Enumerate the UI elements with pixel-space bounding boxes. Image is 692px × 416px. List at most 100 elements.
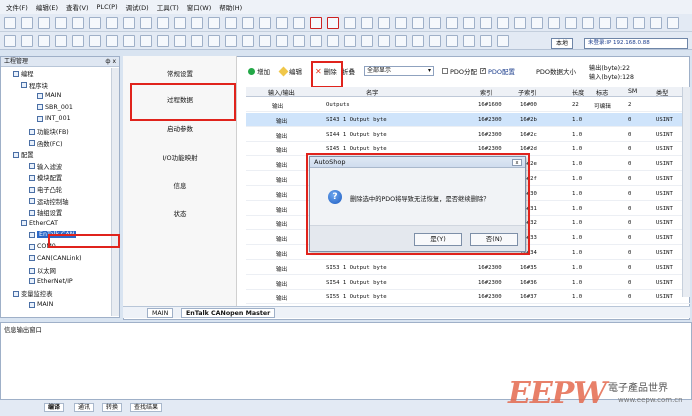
tree-item[interactable]: EtherNet/IP	[29, 278, 73, 285]
toolbar-button-icon[interactable]	[4, 35, 16, 47]
toolbar-button-icon[interactable]	[480, 17, 492, 29]
toolbar-button-icon[interactable]	[378, 17, 390, 29]
toolbar-button-icon[interactable]	[225, 35, 237, 47]
toolbar-button-icon[interactable]	[191, 17, 203, 29]
tree-item[interactable]: 变量监控表	[13, 289, 52, 298]
tree-item[interactable]: 编程	[13, 69, 34, 78]
toolbar-button-icon[interactable]	[412, 35, 424, 47]
tree-item[interactable]: 电子凸轮	[29, 185, 62, 194]
toolbar-button-icon[interactable]	[463, 35, 475, 47]
tree-item[interactable]: 轴组设置	[29, 208, 62, 217]
toolbar-button-icon[interactable]	[667, 17, 679, 29]
menu-item-1[interactable]: 编辑(E)	[36, 2, 58, 12]
toolbar-button-icon[interactable]	[225, 17, 237, 29]
toolbar-button-icon[interactable]	[582, 17, 594, 29]
toolbar-button-icon[interactable]	[123, 17, 135, 29]
tree-item[interactable]: EtherCAT	[21, 220, 58, 227]
menu-item-4[interactable]: 调试(D)	[126, 2, 149, 12]
nav-item[interactable]: I/O功能映射	[123, 152, 237, 162]
toolbar-button-icon[interactable]	[89, 35, 101, 47]
column-header[interactable]: 名字	[366, 88, 378, 97]
tab-convert[interactable]: 转换	[102, 403, 123, 412]
toolbar-button-icon[interactable]	[89, 17, 101, 29]
tab-find-results[interactable]: 查找结果	[130, 403, 163, 412]
toolbar-button-icon[interactable]	[446, 17, 458, 29]
toolbar-button-icon[interactable]	[446, 35, 458, 47]
column-header[interactable]: 类型	[656, 88, 668, 97]
toolbar-button-icon[interactable]	[327, 35, 339, 47]
tree-item[interactable]: CAN(CANLink)	[29, 255, 82, 262]
toolbar-button-icon[interactable]	[599, 17, 611, 29]
column-header[interactable]: SM	[628, 88, 637, 95]
menu-item-2[interactable]: 查看(V)	[66, 2, 89, 12]
local-button[interactable]: 本地	[551, 38, 573, 49]
toolbar-button-icon[interactable]	[106, 35, 118, 47]
filter-select[interactable]: 全部显示 ▾	[364, 66, 434, 76]
toolbar-button-icon[interactable]	[463, 17, 475, 29]
table-scrollbar[interactable]	[682, 87, 690, 297]
nav-item[interactable]: 状态	[123, 208, 237, 218]
toolbar-button-icon[interactable]	[191, 35, 203, 47]
toolbar-button-icon[interactable]	[208, 17, 220, 29]
toolbar-button-icon[interactable]	[72, 17, 84, 29]
toolbar-button-icon[interactable]	[412, 17, 424, 29]
menu-item-0[interactable]: 文件(F)	[6, 2, 28, 12]
column-header[interactable]: 标志	[596, 88, 608, 97]
toolbar-button-icon[interactable]	[38, 17, 50, 29]
tree-item[interactable]: 输入滤波	[29, 162, 62, 171]
toolbar-button-icon[interactable]	[344, 17, 356, 29]
toolbar-button-icon[interactable]	[531, 17, 543, 29]
toolbar-button-icon[interactable]	[514, 17, 526, 29]
tree-item[interactable]: 程序块	[21, 81, 48, 90]
toolbar-button-icon[interactable]	[4, 17, 16, 29]
tree-item[interactable]: INT_001	[37, 115, 71, 122]
toolbar-button-icon[interactable]	[429, 35, 441, 47]
toolbar-button-icon[interactable]	[650, 17, 662, 29]
tree-item[interactable]: 函数(FC)	[29, 139, 63, 148]
toolbar-button-icon[interactable]	[276, 17, 288, 29]
menu-item-5[interactable]: 工具(T)	[157, 2, 179, 12]
toolbar-button-icon[interactable]	[259, 17, 271, 29]
nav-item[interactable]: 信息	[123, 180, 237, 190]
toolbar-button-icon[interactable]	[548, 17, 560, 29]
toolbar-button-icon[interactable]	[259, 35, 271, 47]
tree-item[interactable]: 模块配置	[29, 173, 62, 182]
toolbar-button-icon[interactable]	[395, 17, 407, 29]
tree-item[interactable]: MAIN	[37, 92, 61, 99]
toolbar-button-icon[interactable]	[310, 17, 322, 29]
toolbar-button-icon[interactable]	[293, 35, 305, 47]
toolbar-button-icon[interactable]	[344, 35, 356, 47]
tree-item[interactable]: SBR_001	[37, 104, 73, 111]
toolbar-button-icon[interactable]	[208, 35, 220, 47]
menu-item-7[interactable]: 帮助(H)	[219, 2, 242, 12]
toolbar-button-icon[interactable]	[38, 35, 50, 47]
add-button[interactable]: 增加	[248, 66, 270, 76]
toolbar-button-icon[interactable]	[378, 35, 390, 47]
tree-item[interactable]: 运动控制轴	[29, 197, 68, 206]
nav-item[interactable]: 常规设置	[123, 68, 237, 78]
toolbar-button-icon[interactable]	[293, 17, 305, 29]
toolbar-button-icon[interactable]	[21, 35, 33, 47]
toolbar-button-icon[interactable]	[497, 17, 509, 29]
tree-scrollbar[interactable]	[111, 68, 119, 316]
nav-item[interactable]: 启动参数	[123, 123, 237, 133]
toolbar-button-icon[interactable]	[395, 35, 407, 47]
toolbar-button-icon[interactable]	[361, 35, 373, 47]
pdo-alloc-checkbox[interactable]: PDO分配	[442, 66, 477, 76]
table-row[interactable]: 输出 SI44 1 Output byte 16#2300 16#2c 1.0 0 USIN…	[246, 128, 690, 142]
toolbar-button-icon[interactable]	[55, 17, 67, 29]
toolbar-button-icon[interactable]	[140, 17, 152, 29]
toolbar-button-icon[interactable]	[497, 35, 509, 47]
tab-compile[interactable]: 编译	[44, 403, 65, 412]
column-header[interactable]: 子索引	[518, 88, 537, 97]
tree-item[interactable]: MAIN	[29, 301, 53, 308]
login-status[interactable]: 未登录:IP 192.168.0.88	[584, 38, 688, 49]
toolbar-button-icon[interactable]	[174, 35, 186, 47]
toolbar-button-icon[interactable]	[310, 35, 322, 47]
panel-pin-close-icon[interactable]: ф x	[105, 57, 116, 66]
table-row[interactable]: 输出 SI53 1 Output byte 16#2300 16#35 1.0 0 USIN…	[246, 261, 690, 275]
pdo-config-checkbox[interactable]: ✓ PDO配置	[480, 66, 515, 76]
table-row[interactable]: 输出 Outputs 16#1600 16#00 22 可编辑 2	[246, 98, 690, 112]
toolbar-button-icon[interactable]	[157, 17, 169, 29]
toolbar-button-icon[interactable]	[616, 17, 628, 29]
